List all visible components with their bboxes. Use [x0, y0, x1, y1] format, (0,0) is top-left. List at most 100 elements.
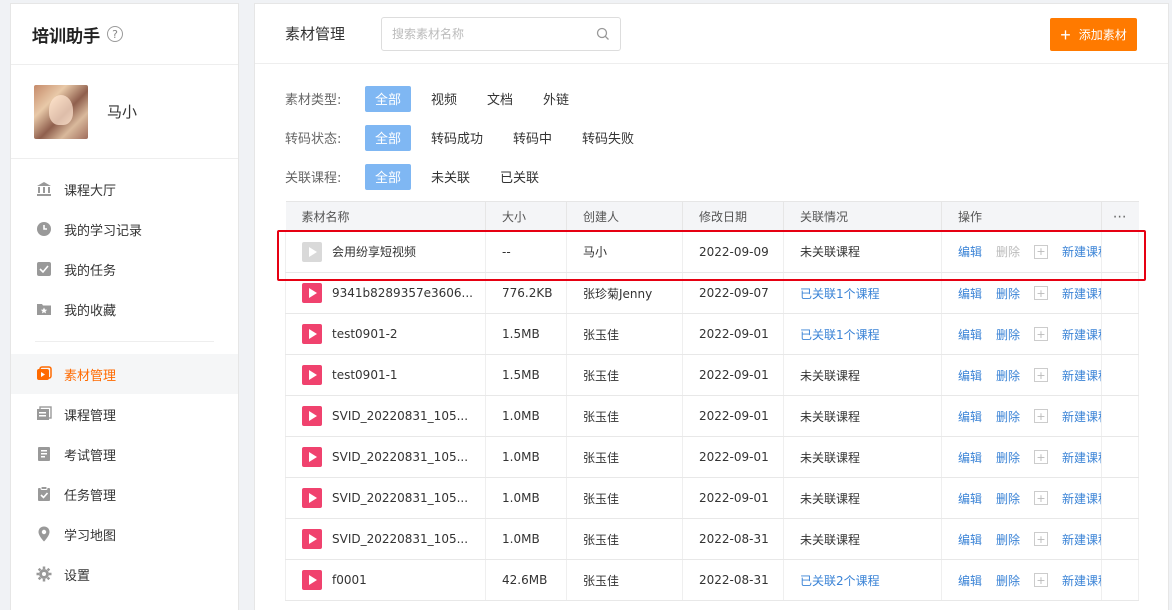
new-course-button[interactable]: + 新建课程: [1034, 408, 1101, 425]
sidebar-item-label: 素材管理: [64, 368, 117, 384]
table-row[interactable]: 9341b8289357e3606... 776.2KB 张珍菊Jenny 2022-…: [285, 272, 1139, 314]
relation-status[interactable]: 已关联2个课程: [800, 574, 880, 588]
edit-button[interactable]: 编辑: [958, 326, 982, 343]
add-material-button[interactable]: + 添加素材: [1050, 18, 1137, 51]
filter-transcode-label: 转码状态:: [285, 132, 342, 147]
sidebar-item-0[interactable]: 课程大厅: [11, 169, 238, 209]
delete-button[interactable]: 删除: [996, 367, 1020, 384]
sidebar-item-2[interactable]: 我的任务: [11, 249, 238, 289]
video-play-icon: [302, 488, 322, 508]
delete-button[interactable]: 删除: [996, 490, 1020, 507]
filters: 素材类型: 全部 视频 文档 外链 转码状态: 全部 转码成功 转码中 转码失败 关联课程:…: [255, 64, 1168, 196]
search-box: [381, 16, 622, 51]
sidebar-item-8[interactable]: 学习地图: [11, 514, 238, 554]
sidebar-item-5[interactable]: 课程管理: [11, 394, 238, 434]
sidebar-item-4[interactable]: 素材管理: [11, 354, 238, 394]
new-course-button[interactable]: + 新建课程: [1034, 531, 1101, 548]
sidebar-item-1[interactable]: 我的学习记录: [11, 209, 238, 249]
filter-type-option[interactable]: 文档: [477, 86, 523, 112]
delete-button[interactable]: 删除: [996, 531, 1020, 548]
relation-status[interactable]: 已关联1个课程: [800, 287, 880, 301]
delete-button[interactable]: 删除: [996, 572, 1020, 589]
delete-button[interactable]: 删除: [996, 326, 1020, 343]
main-panel: 素材管理 + 添加素材 素材类型: 全部视频文档外链 转码状态: 全部转码成功转…: [254, 3, 1169, 610]
name-cell: SVID_20220831_105...: [285, 395, 486, 437]
edit-button[interactable]: 编辑: [958, 531, 982, 548]
ops-cell: 编辑删除 + 新建课程: [941, 272, 1102, 314]
avatar[interactable]: [34, 84, 88, 139]
more-cell: [1101, 395, 1139, 437]
filter-transcode-option[interactable]: 转码失败: [572, 125, 644, 151]
sidebar-item-3[interactable]: 我的收藏: [11, 289, 238, 329]
relation-cell: 已关联1个课程: [783, 313, 942, 355]
edit-button[interactable]: 编辑: [958, 490, 982, 507]
table-row[interactable]: test0901-2 1.5MB 张玉佳 2022-09-01 已关联1个课程 编辑 删除 +…: [285, 313, 1139, 355]
table-row[interactable]: test0901-1 1.5MB 张玉佳 2022-09-01 未关联课程 编辑 删除 + 新建…: [285, 354, 1139, 396]
delete-button[interactable]: 删除: [996, 449, 1020, 466]
search-icon[interactable]: [596, 27, 610, 41]
column-header: 素材名称: [285, 201, 486, 232]
page-title: 素材管理: [285, 25, 346, 43]
ops-cell: 编辑删除 + 新建课程: [941, 559, 1102, 601]
sidebar-item-label: 我的任务: [64, 263, 117, 279]
filter-type-option[interactable]: 视频: [421, 86, 467, 112]
relation-status: 未关联课程: [800, 532, 861, 547]
filter-transcode-option[interactable]: 全部: [365, 124, 412, 151]
table-row[interactable]: SVID_20220831_105... 1.0MB 张玉佳 2022-08-31 未关…: [285, 518, 1139, 560]
table-row[interactable]: SVID_20220831_105... 1.0MB 张玉佳 2022-09-01 未关…: [285, 477, 1139, 519]
edit-button[interactable]: 编辑: [958, 449, 982, 466]
edit-button[interactable]: 编辑: [958, 408, 982, 425]
material-name[interactable]: SVID_20220831_105...: [332, 409, 468, 423]
edit-button[interactable]: 编辑: [958, 285, 982, 302]
plus-box-icon: +: [1034, 491, 1049, 505]
material-name[interactable]: test0901-2: [332, 327, 398, 341]
filter-course-option[interactable]: 全部: [365, 163, 412, 190]
creator-cell: 马小: [566, 231, 683, 273]
plus-box-icon: +: [1034, 244, 1049, 259]
material-name[interactable]: test0901-1: [332, 368, 398, 382]
material-name[interactable]: 会用纷享短视频: [332, 243, 416, 260]
filter-transcode-option[interactable]: 转码中: [503, 125, 562, 151]
new-course-button[interactable]: + 新建课程: [1034, 326, 1101, 343]
sidebar-item-6[interactable]: 考试管理: [11, 434, 238, 474]
table-row[interactable]: SVID_20220831_105... 1.0MB 张玉佳 2022-09-01 未关…: [285, 395, 1139, 437]
ops-cell: 编辑删除 + 新建课程: [941, 354, 1102, 396]
edit-button[interactable]: 编辑: [958, 572, 982, 589]
material-name[interactable]: f0001: [332, 573, 367, 587]
delete-button[interactable]: 删除: [996, 285, 1020, 302]
delete-button[interactable]: 删除: [996, 408, 1020, 425]
filter-transcode-option[interactable]: 转码成功: [421, 125, 493, 151]
edit-button[interactable]: 编辑: [958, 367, 982, 384]
material-name[interactable]: SVID_20220831_105...: [332, 532, 468, 546]
filter-course-option[interactable]: 未关联: [421, 164, 480, 190]
date-cell: 2022-08-31: [682, 518, 784, 560]
table-row[interactable]: f0001 42.6MB张玉佳2022-08-31 已关联2个课程 编辑删除 + 新建课程: [285, 559, 1139, 601]
new-course-button[interactable]: + 新建课程: [1034, 285, 1101, 302]
sidebar-item-7[interactable]: 任务管理: [11, 474, 238, 514]
new-course-button[interactable]: + 新建课程: [1034, 490, 1101, 507]
material-name[interactable]: SVID_20220831_105...: [332, 491, 468, 505]
name-cell: f0001: [285, 559, 486, 601]
sidebar-item-9[interactable]: 设置: [11, 554, 238, 594]
new-course-label: 新建课程: [1062, 245, 1100, 260]
creator-cell: 张玉佳: [566, 518, 683, 560]
edit-button[interactable]: 编辑: [958, 243, 982, 260]
new-course-button[interactable]: + 新建课程: [1034, 243, 1101, 260]
new-course-button[interactable]: + 新建课程: [1034, 572, 1101, 589]
new-course-button[interactable]: + 新建课程: [1034, 367, 1101, 384]
filter-type-option[interactable]: 全部: [365, 85, 412, 112]
filter-type-option[interactable]: 外链: [533, 86, 579, 112]
delete-button[interactable]: 删除: [996, 243, 1020, 260]
filter-course-option[interactable]: 已关联: [490, 164, 549, 190]
help-icon[interactable]: ?: [107, 26, 123, 42]
table-row[interactable]: 会用纷享短视频 --马小2022-09-09 未关联课程 编辑删除 + 新建课程: [285, 231, 1139, 273]
material-name[interactable]: 9341b8289357e3606...: [332, 286, 473, 300]
new-course-button[interactable]: + 新建课程: [1034, 449, 1101, 466]
relation-status[interactable]: 已关联1个课程: [800, 328, 880, 342]
table-row[interactable]: SVID_20220831_105... 1.0MB 张玉佳 2022-09-01 未关…: [285, 436, 1139, 478]
more-columns-icon[interactable]: ⋯: [1101, 201, 1139, 232]
material-name[interactable]: SVID_20220831_105...: [332, 450, 468, 464]
clock-icon: [35, 220, 53, 238]
date-cell: 2022-09-01: [682, 436, 784, 478]
search-input[interactable]: [392, 26, 597, 41]
